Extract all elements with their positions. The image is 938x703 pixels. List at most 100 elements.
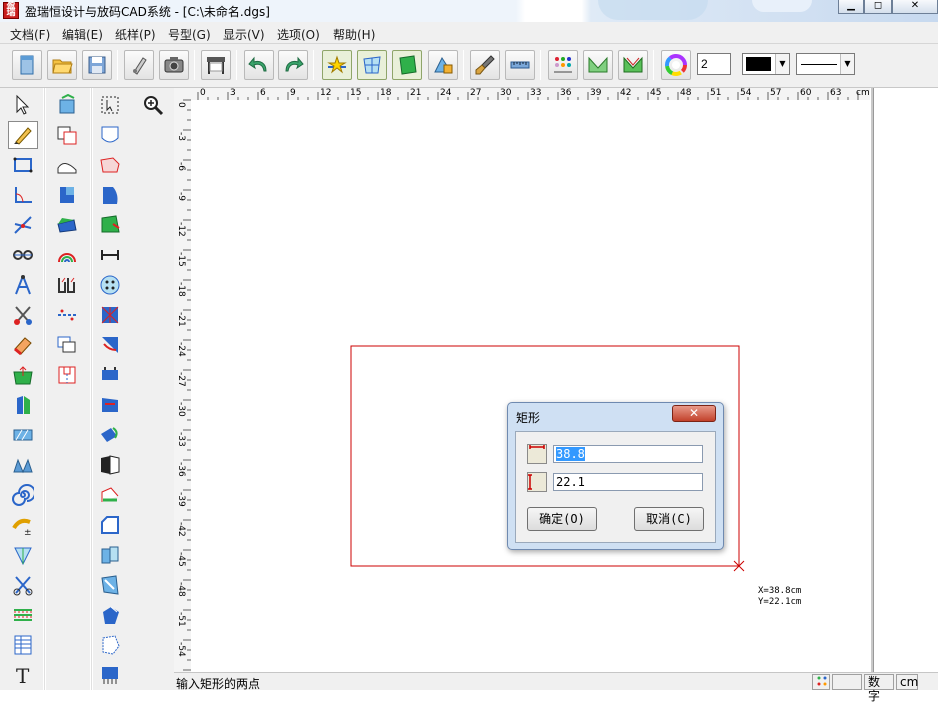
ruler-tick-label: -15 xyxy=(176,252,186,267)
tool-zoom[interactable] xyxy=(138,91,168,119)
chevron-down-icon[interactable]: ▼ xyxy=(775,54,789,74)
ruler-tick-label: -21 xyxy=(176,312,186,327)
tool-curve[interactable] xyxy=(52,151,82,179)
menu-help[interactable]: 帮助(H) xyxy=(333,26,375,43)
tool-piece-split[interactable] xyxy=(8,391,38,419)
maximize-button[interactable]: ◻ xyxy=(864,0,892,14)
tool-copy-piece[interactable] xyxy=(52,121,82,149)
tool-piece-move[interactable] xyxy=(95,391,125,419)
tool-select[interactable] xyxy=(8,91,38,119)
close-window-button[interactable]: ✕ xyxy=(892,0,938,14)
tool-grading-table[interactable] xyxy=(8,631,38,659)
grading-button[interactable] xyxy=(583,50,613,80)
tool-button-line[interactable] xyxy=(52,301,82,329)
menu-pattern[interactable]: 纸样(P) xyxy=(115,26,156,43)
digitizer-button[interactable] xyxy=(124,50,154,80)
pattern-lock-button[interactable] xyxy=(428,50,458,80)
tool-hatch[interactable] xyxy=(8,601,38,629)
undo-button[interactable] xyxy=(244,50,274,80)
tool-square-corner[interactable] xyxy=(95,511,125,539)
tool-rotate-piece[interactable] xyxy=(95,331,125,359)
tool-rainbow-grade[interactable] xyxy=(52,241,82,269)
tool-grade-corner[interactable] xyxy=(95,481,125,509)
height-input[interactable]: 22.1 xyxy=(553,473,703,491)
tool-spiral[interactable] xyxy=(8,481,38,509)
tool-piece-stack[interactable] xyxy=(95,541,125,569)
tool-overlap[interactable] xyxy=(52,331,82,359)
tool-move-piece[interactable] xyxy=(52,91,82,119)
ruler-tick-label: -24 xyxy=(176,342,186,357)
camera-button[interactable] xyxy=(159,50,189,80)
dialog-close-button[interactable]: ✕ xyxy=(672,405,716,422)
save-button[interactable] xyxy=(82,50,112,80)
grading-nest-button[interactable] xyxy=(618,50,648,80)
plotter-button[interactable] xyxy=(201,50,231,80)
menu-edit[interactable]: 编辑(E) xyxy=(62,26,103,43)
tool-piece-blue[interactable] xyxy=(95,601,125,629)
tool-cut[interactable] xyxy=(8,571,38,599)
tool-pleat[interactable] xyxy=(52,271,82,299)
dot-grid-button[interactable] xyxy=(548,50,578,80)
tool-piece-fringe[interactable] xyxy=(95,661,125,689)
tool-piece-shape[interactable] xyxy=(52,211,82,239)
tool-add-seam[interactable]: ± xyxy=(8,511,38,539)
width-input[interactable]: 38.8 xyxy=(553,445,703,463)
tool-fan[interactable] xyxy=(8,451,38,479)
tool-mirror[interactable] xyxy=(95,451,125,479)
ok-button[interactable]: 确定(O) xyxy=(527,507,597,531)
chevron-down-icon[interactable]: ▼ xyxy=(840,54,854,74)
brush-button[interactable] xyxy=(470,50,500,80)
tool-compass[interactable] xyxy=(8,271,38,299)
panel-divider xyxy=(43,88,45,690)
open-file-button[interactable] xyxy=(47,50,77,80)
piece-outline-icon xyxy=(102,635,120,655)
tool-piece-outline[interactable] xyxy=(95,631,125,659)
tool-cuff[interactable] xyxy=(95,151,125,179)
ruler-measure-button[interactable] xyxy=(505,50,535,80)
tool-piece-flip[interactable] xyxy=(95,421,125,449)
text-tool-icon: T xyxy=(16,664,30,686)
tool-grade-piece[interactable] xyxy=(95,211,125,239)
menu-file[interactable]: 文档(F) xyxy=(10,26,50,43)
tool-pencil[interactable] xyxy=(8,121,38,149)
tool-dimension[interactable] xyxy=(95,241,125,269)
height-input-value: 22.1 xyxy=(556,475,585,489)
color-wheel-button[interactable] xyxy=(661,50,691,80)
tool-dart[interactable] xyxy=(8,541,38,569)
redo-button[interactable] xyxy=(278,50,308,80)
line-style-dropdown[interactable]: ▼ xyxy=(796,53,855,75)
cuff-icon xyxy=(100,157,120,173)
cancel-button[interactable]: 取消(C) xyxy=(634,507,704,531)
line-width-input[interactable] xyxy=(697,53,731,75)
tool-notch[interactable] xyxy=(52,361,82,389)
tool-piece-extract[interactable] xyxy=(52,181,82,209)
tool-rectangle[interactable] xyxy=(8,151,38,179)
tool-select-point[interactable] xyxy=(95,91,125,119)
menu-view[interactable]: 显示(V) xyxy=(223,26,265,43)
tool-angle[interactable] xyxy=(8,181,38,209)
grid-view-button[interactable] xyxy=(357,50,387,80)
tool-parallel[interactable] xyxy=(8,421,38,449)
tool-scissors[interactable] xyxy=(8,301,38,329)
tool-intersect[interactable] xyxy=(8,211,38,239)
tool-sleeve[interactable] xyxy=(95,181,125,209)
new-file-button[interactable] xyxy=(12,50,42,80)
save-icon xyxy=(88,56,106,74)
tool-mesh[interactable] xyxy=(95,301,125,329)
tool-piece-cut[interactable] xyxy=(95,571,125,599)
fill-piece-button[interactable] xyxy=(392,50,422,80)
menu-size[interactable]: 号型(G) xyxy=(168,26,211,43)
tool-fold[interactable] xyxy=(8,361,38,389)
angle-icon xyxy=(15,187,32,203)
tool-chain[interactable] xyxy=(8,241,38,269)
snap-points-button[interactable] xyxy=(322,50,352,80)
line-color-dropdown[interactable]: ▼ xyxy=(742,53,790,75)
plotter-icon xyxy=(207,57,225,74)
tool-bend[interactable] xyxy=(95,361,125,389)
tool-eraser[interactable] xyxy=(8,331,38,359)
tool-button[interactable] xyxy=(95,271,125,299)
tool-text[interactable]: T xyxy=(8,661,38,689)
menu-options[interactable]: 选项(O) xyxy=(277,26,320,43)
minimize-button[interactable]: ▁ xyxy=(838,0,864,14)
tool-pocket[interactable] xyxy=(95,121,125,149)
